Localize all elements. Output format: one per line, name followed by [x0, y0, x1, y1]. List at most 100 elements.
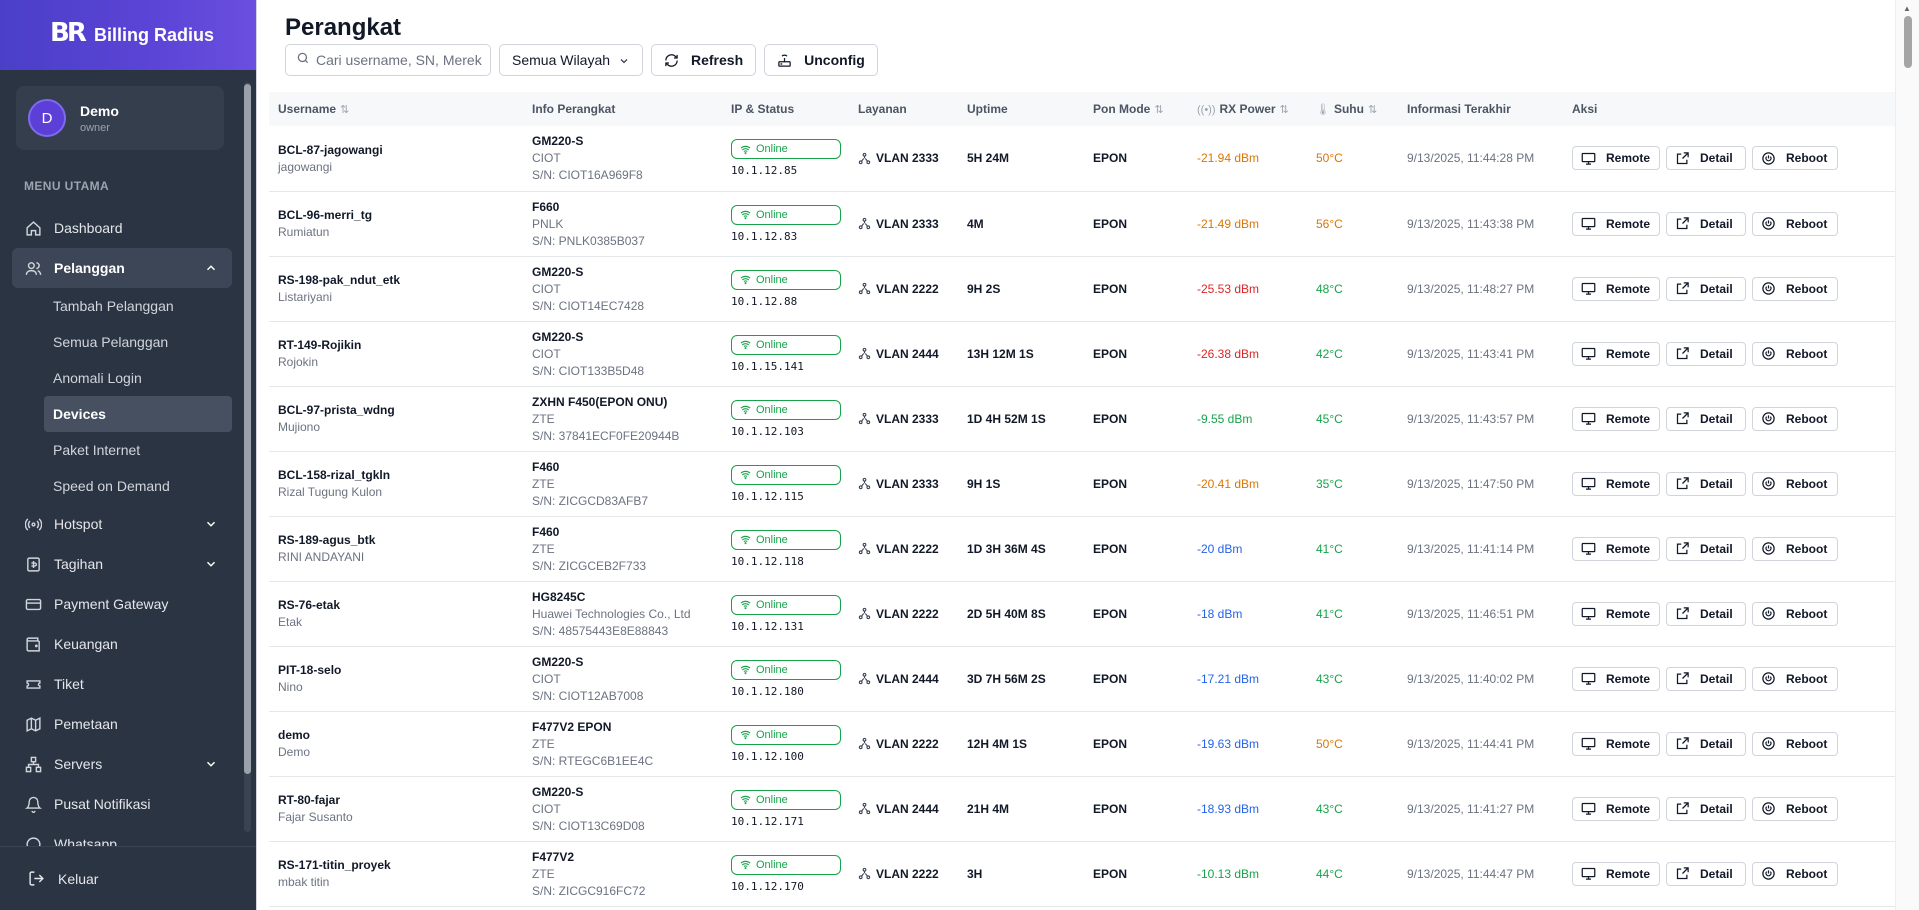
reboot-button[interactable]: Reboot — [1752, 861, 1838, 886]
sidebar-item-whatsapp[interactable]: Whatsapp — [12, 824, 232, 848]
cell-device-info: GM220-S CIOT S/N: CIOT16A969F8 — [523, 126, 722, 191]
unconfig-button[interactable]: Unconfig — [764, 44, 878, 76]
remote-button[interactable]: Remote — [1572, 731, 1660, 756]
main-scroll-thumb[interactable] — [1904, 16, 1912, 68]
reboot-button[interactable]: Reboot — [1752, 731, 1838, 756]
username-text[interactable]: PIT-18-selo — [278, 663, 523, 677]
brand-header[interactable]: BR Billing Radius — [0, 0, 256, 70]
reboot-button[interactable]: Reboot — [1752, 341, 1838, 366]
sidebar-item-pelanggan[interactable]: Pelanggan — [12, 248, 232, 288]
refresh-button[interactable]: Refresh — [651, 44, 757, 76]
sidebar-subitem-semua-pelanggan[interactable]: Semua Pelanggan — [44, 324, 232, 360]
remote-button[interactable]: Remote — [1572, 536, 1660, 561]
username-text[interactable]: RS-76-etak — [278, 598, 523, 612]
user-card[interactable]: D Demo owner — [16, 86, 224, 150]
remote-button[interactable]: Remote — [1572, 146, 1660, 171]
reboot-button[interactable]: Reboot — [1752, 796, 1838, 821]
sidebar-scrollbar[interactable] — [243, 72, 252, 842]
sidebar-subitem-anomali-login[interactable]: Anomali Login — [44, 360, 232, 396]
region-select-value: Semua Wilayah — [512, 52, 611, 68]
sort-icon[interactable]: ⇅ — [1154, 104, 1163, 116]
reboot-button[interactable]: Reboot — [1752, 601, 1838, 626]
username-text[interactable]: RT-80-fajar — [278, 793, 523, 807]
detail-button[interactable]: Detail — [1666, 601, 1746, 626]
sidebar-item-tiket[interactable]: Tiket — [12, 664, 232, 704]
remote-button[interactable]: Remote — [1572, 861, 1660, 886]
cell-actions: Remote Detail Reboot — [1563, 516, 1899, 581]
column-header-suhu[interactable]: 🌡 Suhu ⇅ — [1307, 92, 1398, 126]
column-header-pon-mode[interactable]: Pon Mode ⇅ — [1084, 92, 1188, 126]
detail-button[interactable]: Detail — [1666, 796, 1746, 821]
sidebar-subitem-tambah-pelanggan[interactable]: Tambah Pelanggan — [44, 288, 232, 324]
remote-button[interactable]: Remote — [1572, 666, 1660, 691]
main-scrollbar[interactable]: ▲ — [1895, 0, 1919, 910]
sidebar-subitem-paket-internet[interactable]: Paket Internet — [44, 432, 232, 468]
sort-icon[interactable]: ⇅ — [1368, 104, 1377, 116]
detail-button[interactable]: Detail — [1666, 211, 1746, 236]
ip-address: 10.1.12.171 — [731, 814, 804, 828]
username-text[interactable]: RS-189-agus_btk — [278, 533, 523, 547]
column-header-aksi: Aksi — [1572, 102, 1598, 116]
column-header-rx-power[interactable]: ((•)) RX Power ⇅ — [1188, 92, 1307, 126]
sidebar-item-pemetaan[interactable]: Pemetaan — [12, 704, 232, 744]
detail-button[interactable]: Detail — [1666, 731, 1746, 756]
ip-address: 10.1.12.103 — [731, 424, 804, 438]
device-serial: S/N: PNLK0385B037 — [532, 233, 645, 248]
reboot-button[interactable]: Reboot — [1752, 536, 1838, 561]
remote-button[interactable]: Remote — [1572, 276, 1660, 301]
username-text[interactable]: RT-149-Rojikin — [278, 338, 523, 352]
reboot-button[interactable]: Reboot — [1752, 276, 1838, 301]
sidebar-item-dashboard[interactable]: Dashboard — [12, 208, 232, 248]
username-text[interactable]: demo — [278, 728, 523, 742]
network-icon — [858, 607, 871, 620]
detail-button[interactable]: Detail — [1666, 341, 1746, 366]
sidebar-scroll-thumb[interactable] — [244, 84, 251, 774]
sort-icon[interactable]: ⇅ — [1280, 104, 1289, 116]
sidebar-item-keuangan[interactable]: Keuangan — [12, 624, 232, 664]
sidebar-item-servers[interactable]: Servers — [12, 744, 232, 784]
username-text[interactable]: BCL-158-rizal_tgkln — [278, 468, 523, 482]
logout-button[interactable]: Keluar — [0, 846, 256, 910]
column-header-username[interactable]: Username ⇅ — [269, 92, 523, 126]
sort-icon[interactable]: ⇅ — [340, 104, 349, 116]
remote-button[interactable]: Remote — [1572, 471, 1660, 496]
cell-suhu: 41°C — [1316, 541, 1343, 556]
scroll-up-arrow-icon[interactable]: ▲ — [1903, 4, 1911, 13]
remote-button[interactable]: Remote — [1572, 406, 1660, 431]
reboot-button[interactable]: Reboot — [1752, 146, 1838, 171]
search-box[interactable] — [285, 44, 491, 76]
reboot-button[interactable]: Reboot — [1752, 666, 1838, 691]
remote-button[interactable]: Remote — [1572, 211, 1660, 236]
device-serial: S/N: RTEGC6B1EE4C — [532, 753, 654, 768]
sidebar-subitem-devices[interactable]: Devices — [44, 396, 232, 432]
detail-button[interactable]: Detail — [1666, 146, 1746, 171]
reboot-button[interactable]: Reboot — [1752, 211, 1838, 236]
remote-button[interactable]: Remote — [1572, 796, 1660, 821]
thermometer-icon: 🌡 — [1316, 104, 1330, 116]
region-select[interactable]: Semua Wilayah — [499, 44, 643, 76]
sidebar-item-pusat-notifikasi[interactable]: Pusat Notifikasi — [12, 784, 232, 824]
sidebar-subitem-speed-on-demand[interactable]: Speed on Demand — [44, 468, 232, 504]
sidebar-item-hotspot[interactable]: Hotspot — [12, 504, 232, 544]
detail-button[interactable]: Detail — [1666, 861, 1746, 886]
remote-button[interactable]: Remote — [1572, 341, 1660, 366]
username-text[interactable]: BCL-96-merri_tg — [278, 208, 523, 222]
sidebar-item-payment-gateway[interactable]: Payment Gateway — [12, 584, 232, 624]
detail-button[interactable]: Detail — [1666, 406, 1746, 431]
detail-button[interactable]: Detail — [1666, 471, 1746, 496]
reboot-button[interactable]: Reboot — [1752, 406, 1838, 431]
username-text[interactable]: RS-171-titin_proyek — [278, 858, 523, 872]
username-text[interactable]: BCL-97-prista_wdng — [278, 403, 523, 417]
detail-button[interactable]: Detail — [1666, 276, 1746, 301]
detail-button[interactable]: Detail — [1666, 666, 1746, 691]
username-text[interactable]: RS-198-pak_ndut_etk — [278, 273, 523, 287]
cell-device-info: F477V2 EPON ZTE S/N: RTEGC6B1EE4C — [523, 711, 722, 776]
remote-button[interactable]: Remote — [1572, 601, 1660, 626]
external-link-icon — [1675, 411, 1690, 426]
username-text[interactable]: BCL-87-jagowangi — [278, 143, 523, 157]
search-input[interactable] — [316, 52, 486, 68]
device-brand: ZTE — [532, 411, 555, 426]
sidebar-item-tagihan[interactable]: Tagihan — [12, 544, 232, 584]
detail-button[interactable]: Detail — [1666, 536, 1746, 561]
reboot-button[interactable]: Reboot — [1752, 471, 1838, 496]
